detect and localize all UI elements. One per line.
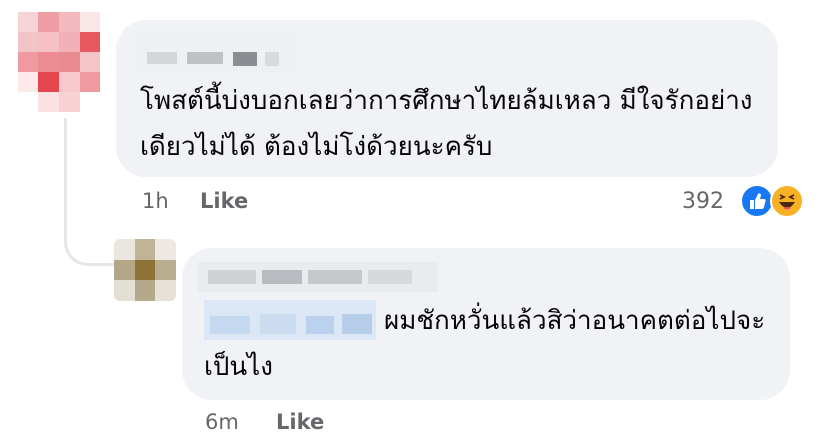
reaction-icons[interactable] — [740, 184, 806, 218]
commenter-name[interactable] — [135, 32, 295, 74]
reply-thread-line — [64, 118, 116, 266]
reply-avatar[interactable] — [114, 239, 176, 301]
commenter-avatar[interactable] — [18, 12, 100, 112]
comment-text: โพสต์นี้บ่งบอกเลยว่าการศึกษาไทยล้มเหลว ม… — [140, 86, 753, 162]
reply-timestamp[interactable]: 6m — [205, 410, 239, 434]
comment-timestamp[interactable]: 1h — [142, 189, 169, 213]
like-icon — [740, 184, 774, 218]
reply-like-button[interactable]: Like — [276, 410, 324, 434]
haha-icon — [770, 184, 804, 218]
reply-text: ผมชักหวั่นแล้วสิว่าอนาคตต่อไปจะเป็นไง — [204, 306, 766, 382]
reaction-count[interactable]: 392 — [682, 189, 724, 214]
reply-commenter-name[interactable] — [198, 260, 438, 294]
like-button[interactable]: Like — [200, 189, 248, 213]
